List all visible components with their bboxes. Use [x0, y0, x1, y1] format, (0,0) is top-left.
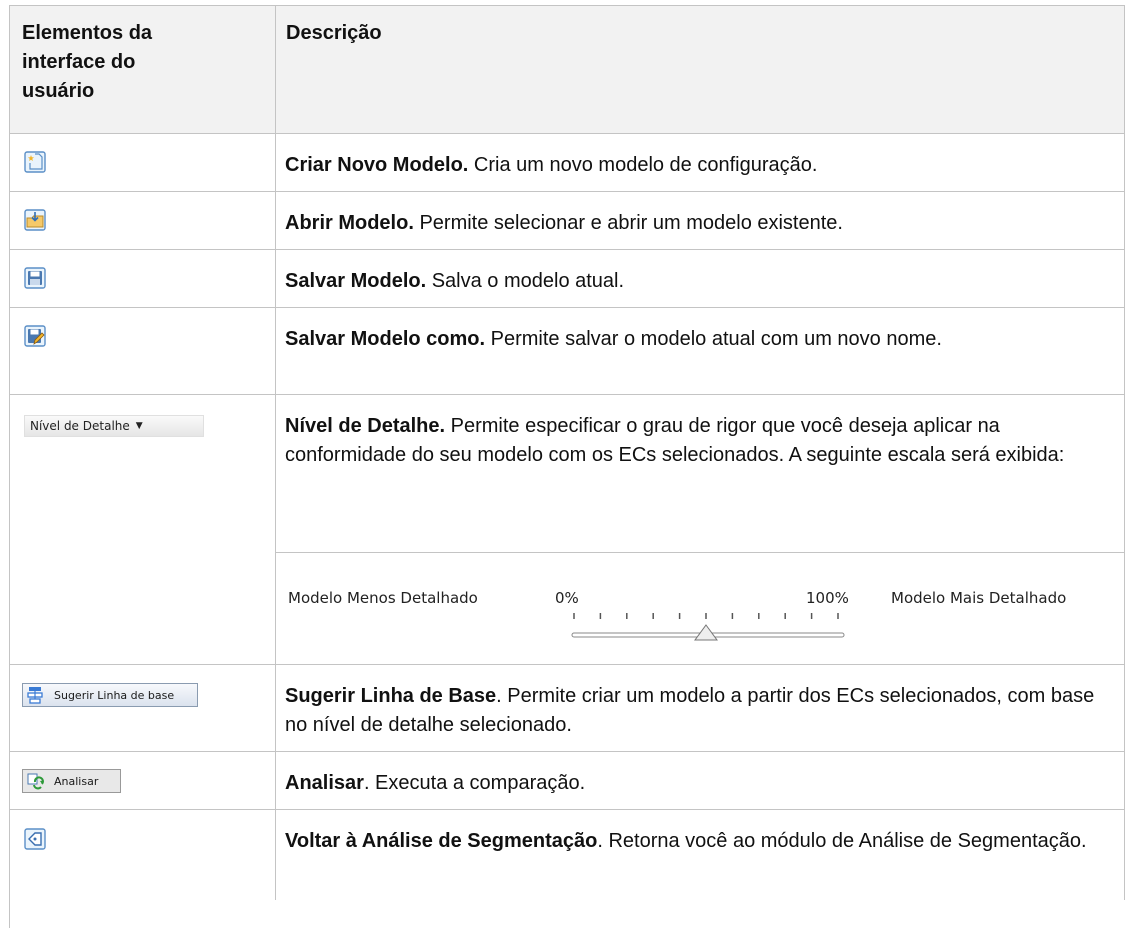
header-col-description: Descrição [276, 6, 1125, 133]
ui-elements-table: Elementos da interface do usuário Descri… [9, 5, 1125, 928]
row-title: Nível de Detalhe. [285, 415, 446, 437]
row-title: Criar Novo Modelo. [285, 154, 469, 176]
header-col1-line: Elementos da [22, 22, 153, 44]
row-title: Abrir Modelo. [285, 212, 414, 234]
row-text: Cria um novo modelo de configuração. [468, 154, 818, 176]
back-icon[interactable] [24, 828, 46, 855]
scale-left-label: Modelo Menos Detalhado [288, 589, 478, 607]
save-as-icon[interactable] [24, 325, 46, 352]
header-col-elements: Elementos da interface do usuário [10, 6, 276, 133]
table-row: Analisar Analisar. Executa a comparação. [10, 752, 1125, 810]
scale-min-label: 0% [555, 589, 579, 607]
header-col1-line: interface do [22, 51, 136, 73]
detail-level-dropdown[interactable]: Nível de Detalhe ▼ [24, 415, 204, 437]
analyze-button[interactable]: Analisar [22, 769, 121, 793]
chevron-down-icon: ▼ [135, 421, 143, 431]
row-title: Analisar [285, 772, 364, 794]
row-text: Permite selecionar e abrir um modelo exi… [413, 212, 843, 234]
row-text: . Executa a comparação. [363, 772, 586, 794]
row-description: Nível de Detalhe. Permite especificar o … [276, 395, 1124, 470]
table-header: Elementos da interface do usuário Descri… [10, 6, 1125, 134]
analyze-label: Analisar [54, 774, 99, 788]
scale-max-label: 100% [806, 589, 849, 607]
table-row: Sugerir Linha de base Sugerir Linha de B… [10, 665, 1125, 752]
row-description: Voltar à Análise de Segmentação. Retorna… [276, 810, 1124, 856]
table-row: Salvar Modelo como. Permite salvar o mod… [10, 308, 1125, 395]
analyze-icon [27, 773, 44, 790]
detail-slider[interactable] [566, 611, 866, 651]
baseline-icon [27, 687, 43, 704]
detail-scale: Modelo Menos Detalhado 0% 100% Modelo Ma… [276, 552, 1124, 665]
row-text: Salva o modelo atual. [426, 270, 625, 292]
row-title: Salvar Modelo. [285, 270, 427, 292]
table-row: Abrir Modelo. Permite selecionar e abrir… [10, 192, 1125, 250]
header-col1-line: usuário [22, 80, 95, 102]
row-description: Salvar Modelo como. Permite salvar o mod… [276, 308, 1124, 354]
row-description: Analisar. Executa a comparação. [276, 752, 1124, 798]
scale-right-label: Modelo Mais Detalhado [891, 589, 1067, 607]
save-icon[interactable] [24, 267, 46, 294]
row-text: Permite salvar o modelo atual com um nov… [485, 328, 942, 350]
row-description: Salvar Modelo. Salva o modelo atual. [276, 250, 1124, 296]
row-description: Sugerir Linha de Base. Permite criar um … [276, 665, 1124, 740]
suggest-baseline-button[interactable]: Sugerir Linha de base [22, 683, 198, 707]
row-title: Voltar à Análise de Segmentação [285, 830, 598, 852]
row-description: Abrir Modelo. Permite selecionar e abrir… [276, 192, 1124, 238]
suggest-baseline-label: Sugerir Linha de base [54, 688, 175, 702]
table-row: Criar Novo Modelo. Cria um novo modelo d… [10, 134, 1125, 192]
slider-ticks [573, 613, 839, 619]
header-col2-label: Descrição [286, 22, 382, 44]
new-template-icon[interactable] [24, 151, 46, 178]
table-row: Voltar à Análise de Segmentação. Retorna… [10, 810, 1125, 900]
row-description: Criar Novo Modelo. Cria um novo modelo d… [276, 134, 1124, 180]
detail-level-dropdown-label: Nível de Detalhe [30, 419, 130, 433]
table-row: Nível de Detalhe ▼ Nível de Detalhe. Per… [10, 395, 1125, 665]
table-row: Salvar Modelo. Salva o modelo atual. [10, 250, 1125, 308]
open-template-icon[interactable] [24, 209, 46, 236]
row-text: . Retorna você ao módulo de Análise de S… [597, 830, 1087, 852]
row-title: Sugerir Linha de Base [285, 685, 497, 707]
row-title: Salvar Modelo como. [285, 328, 486, 350]
